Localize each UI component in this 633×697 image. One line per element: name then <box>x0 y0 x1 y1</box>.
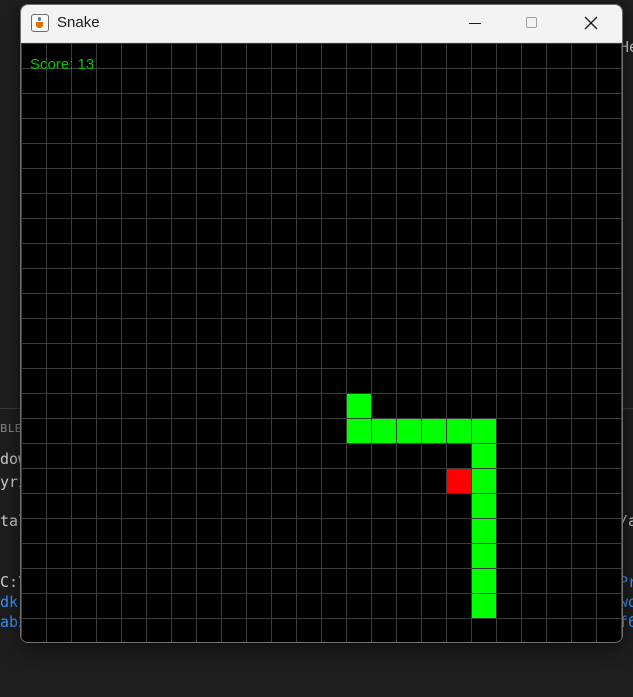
game-board[interactable]: Score: 13 <box>21 43 622 642</box>
snake-segment <box>472 494 496 518</box>
snake-segment <box>472 444 496 468</box>
title-bar[interactable]: Snake <box>21 5 622 43</box>
window-title: Snake <box>57 14 100 31</box>
snake-window: Snake Score: 13 <box>20 4 623 643</box>
close-icon <box>584 16 598 30</box>
snake-segment <box>472 519 496 543</box>
minimize-icon <box>469 23 481 24</box>
snake-segment <box>472 544 496 568</box>
game-canvas <box>21 43 622 642</box>
maximize-icon <box>526 17 537 28</box>
snake-segment <box>397 419 421 443</box>
snake-segment <box>472 419 496 443</box>
snake-segment <box>472 469 496 493</box>
score-label: Score: 13 <box>30 56 95 73</box>
snake-segment <box>347 419 371 443</box>
java-cup-icon <box>31 14 49 32</box>
snake-segment <box>422 419 446 443</box>
snake-segment <box>372 419 396 443</box>
snake-segment <box>472 594 496 618</box>
snake-head <box>347 394 371 418</box>
close-button[interactable] <box>563 5 621 42</box>
snake-segment <box>447 419 471 443</box>
minimize-button[interactable] <box>446 5 504 42</box>
maximize-button[interactable] <box>504 5 562 42</box>
food-apple <box>447 469 471 493</box>
snake-segment <box>472 569 496 593</box>
